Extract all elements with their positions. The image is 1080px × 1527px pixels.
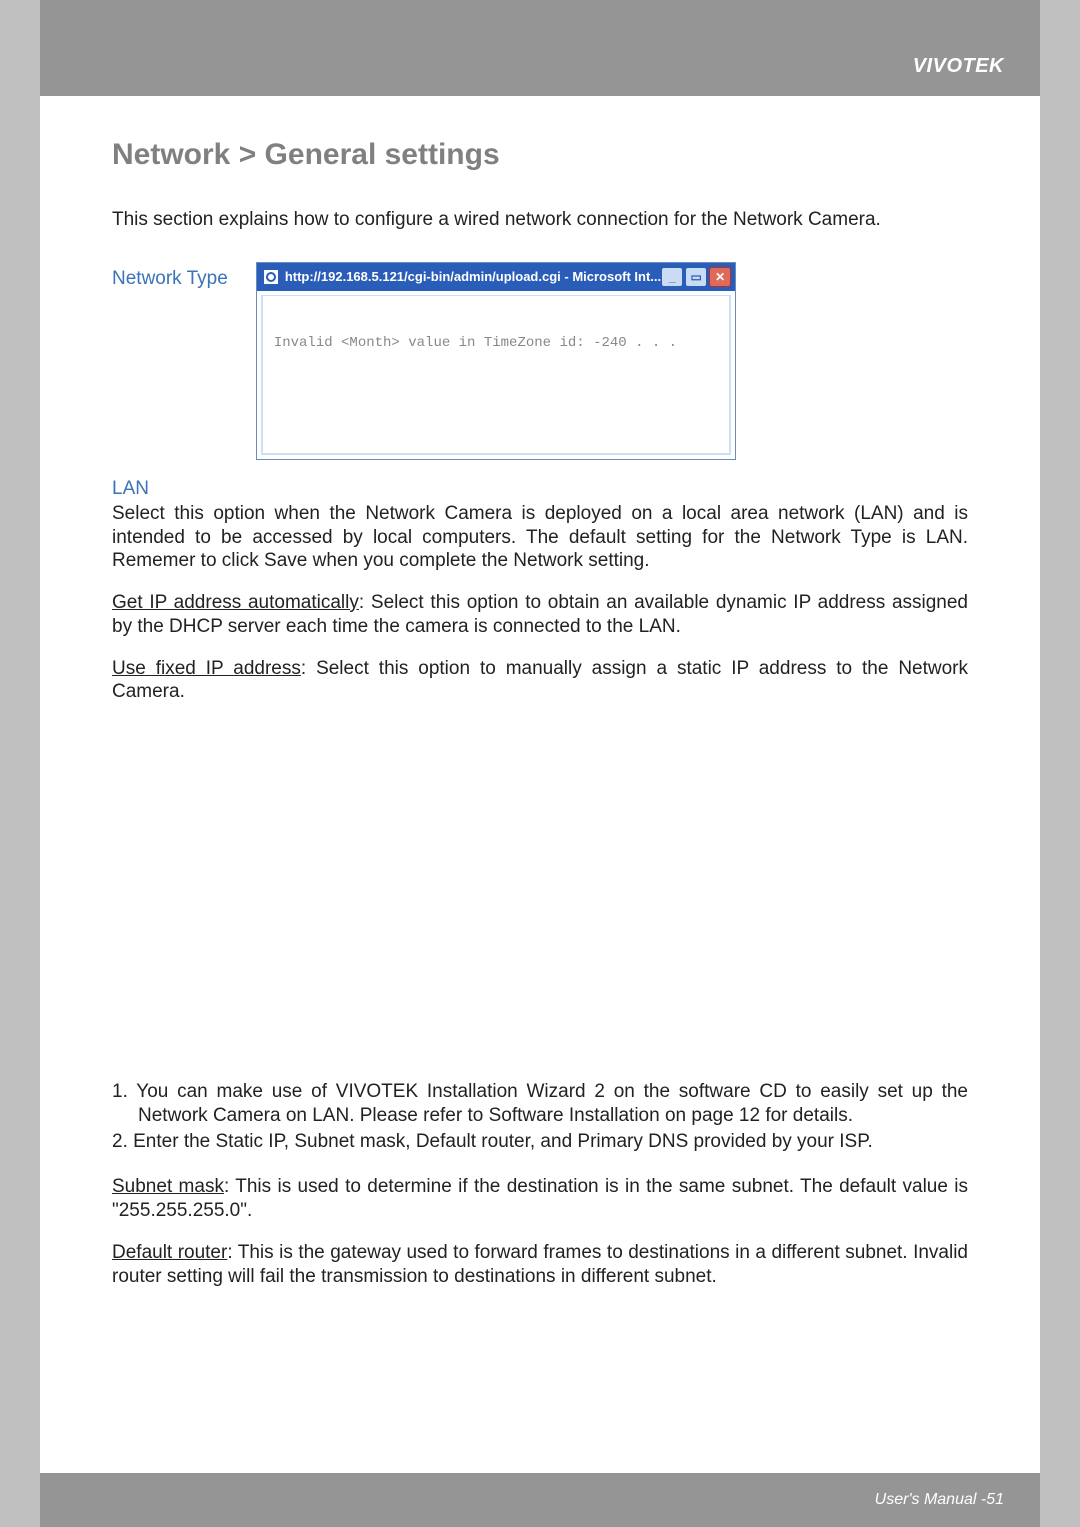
numbered-list: 1. You can make use of VIVOTEK Installat… [112,1080,968,1153]
list-item: 2. Enter the Static IP, Subnet mask, Def… [112,1130,968,1154]
window-controls: _ ▭ ✕ [661,267,731,287]
router-text: : This is the gateway used to forward fr… [112,1242,968,1287]
page-number: 51 [986,1491,1004,1509]
router-label: Default router [112,1242,227,1263]
brand-label: VIVOTEK [913,55,1004,78]
browser-titlebar: http://192.168.5.121/cgi-bin/admin/uploa… [257,263,735,291]
network-type-row: Network Type http://192.168.5.121/cgi-bi… [112,262,968,460]
browser-message: Invalid <Month> value in TimeZone id: -2… [274,335,677,351]
subnet-label: Subnet mask [112,1176,224,1197]
manual-page: VIVOTEK Network > General settings This … [40,0,1040,1527]
maximize-button[interactable]: ▭ [685,267,707,287]
page-content: Network > General settings This section … [40,96,1040,704]
subnet-paragraph: Subnet mask: This is used to determine i… [112,1175,968,1223]
lan-heading: LAN [112,478,968,500]
titlebar-left: http://192.168.5.121/cgi-bin/admin/uploa… [263,269,661,285]
browser-body: Invalid <Month> value in TimeZone id: -2… [261,295,731,455]
list-item: 1. You can make use of VIVOTEK Installat… [112,1080,968,1128]
fixed-ip-label: Use fixed IP address [112,658,301,679]
router-paragraph: Default router: This is the gateway used… [112,1241,968,1289]
section-title: Network > General settings [112,138,968,172]
get-ip-label: Get IP address automatically [112,592,359,613]
footer-label: User's Manual - [875,1491,987,1509]
intro-paragraph: This section explains how to configure a… [112,208,968,232]
lan-section: LAN Select this option when the Network … [112,478,968,704]
browser-title: http://192.168.5.121/cgi-bin/admin/uploa… [285,269,661,284]
bottom-section: 1. You can make use of VIVOTEK Installat… [112,1080,968,1306]
network-type-label: Network Type [112,262,228,290]
get-ip-paragraph: Get IP address automatically: Select thi… [112,591,968,639]
subnet-text: : This is used to determine if the desti… [112,1176,968,1221]
page-header: VIVOTEK [40,0,1040,96]
browser-window: http://192.168.5.121/cgi-bin/admin/uploa… [256,262,736,460]
page-footer: User's Manual - 51 [40,1473,1040,1527]
ie-logo-icon [263,269,279,285]
lan-paragraph-1: Select this option when the Network Came… [112,502,968,573]
minimize-button[interactable]: _ [661,267,683,287]
fixed-ip-paragraph: Use fixed IP address: Select this option… [112,657,968,705]
close-button[interactable]: ✕ [709,267,731,287]
